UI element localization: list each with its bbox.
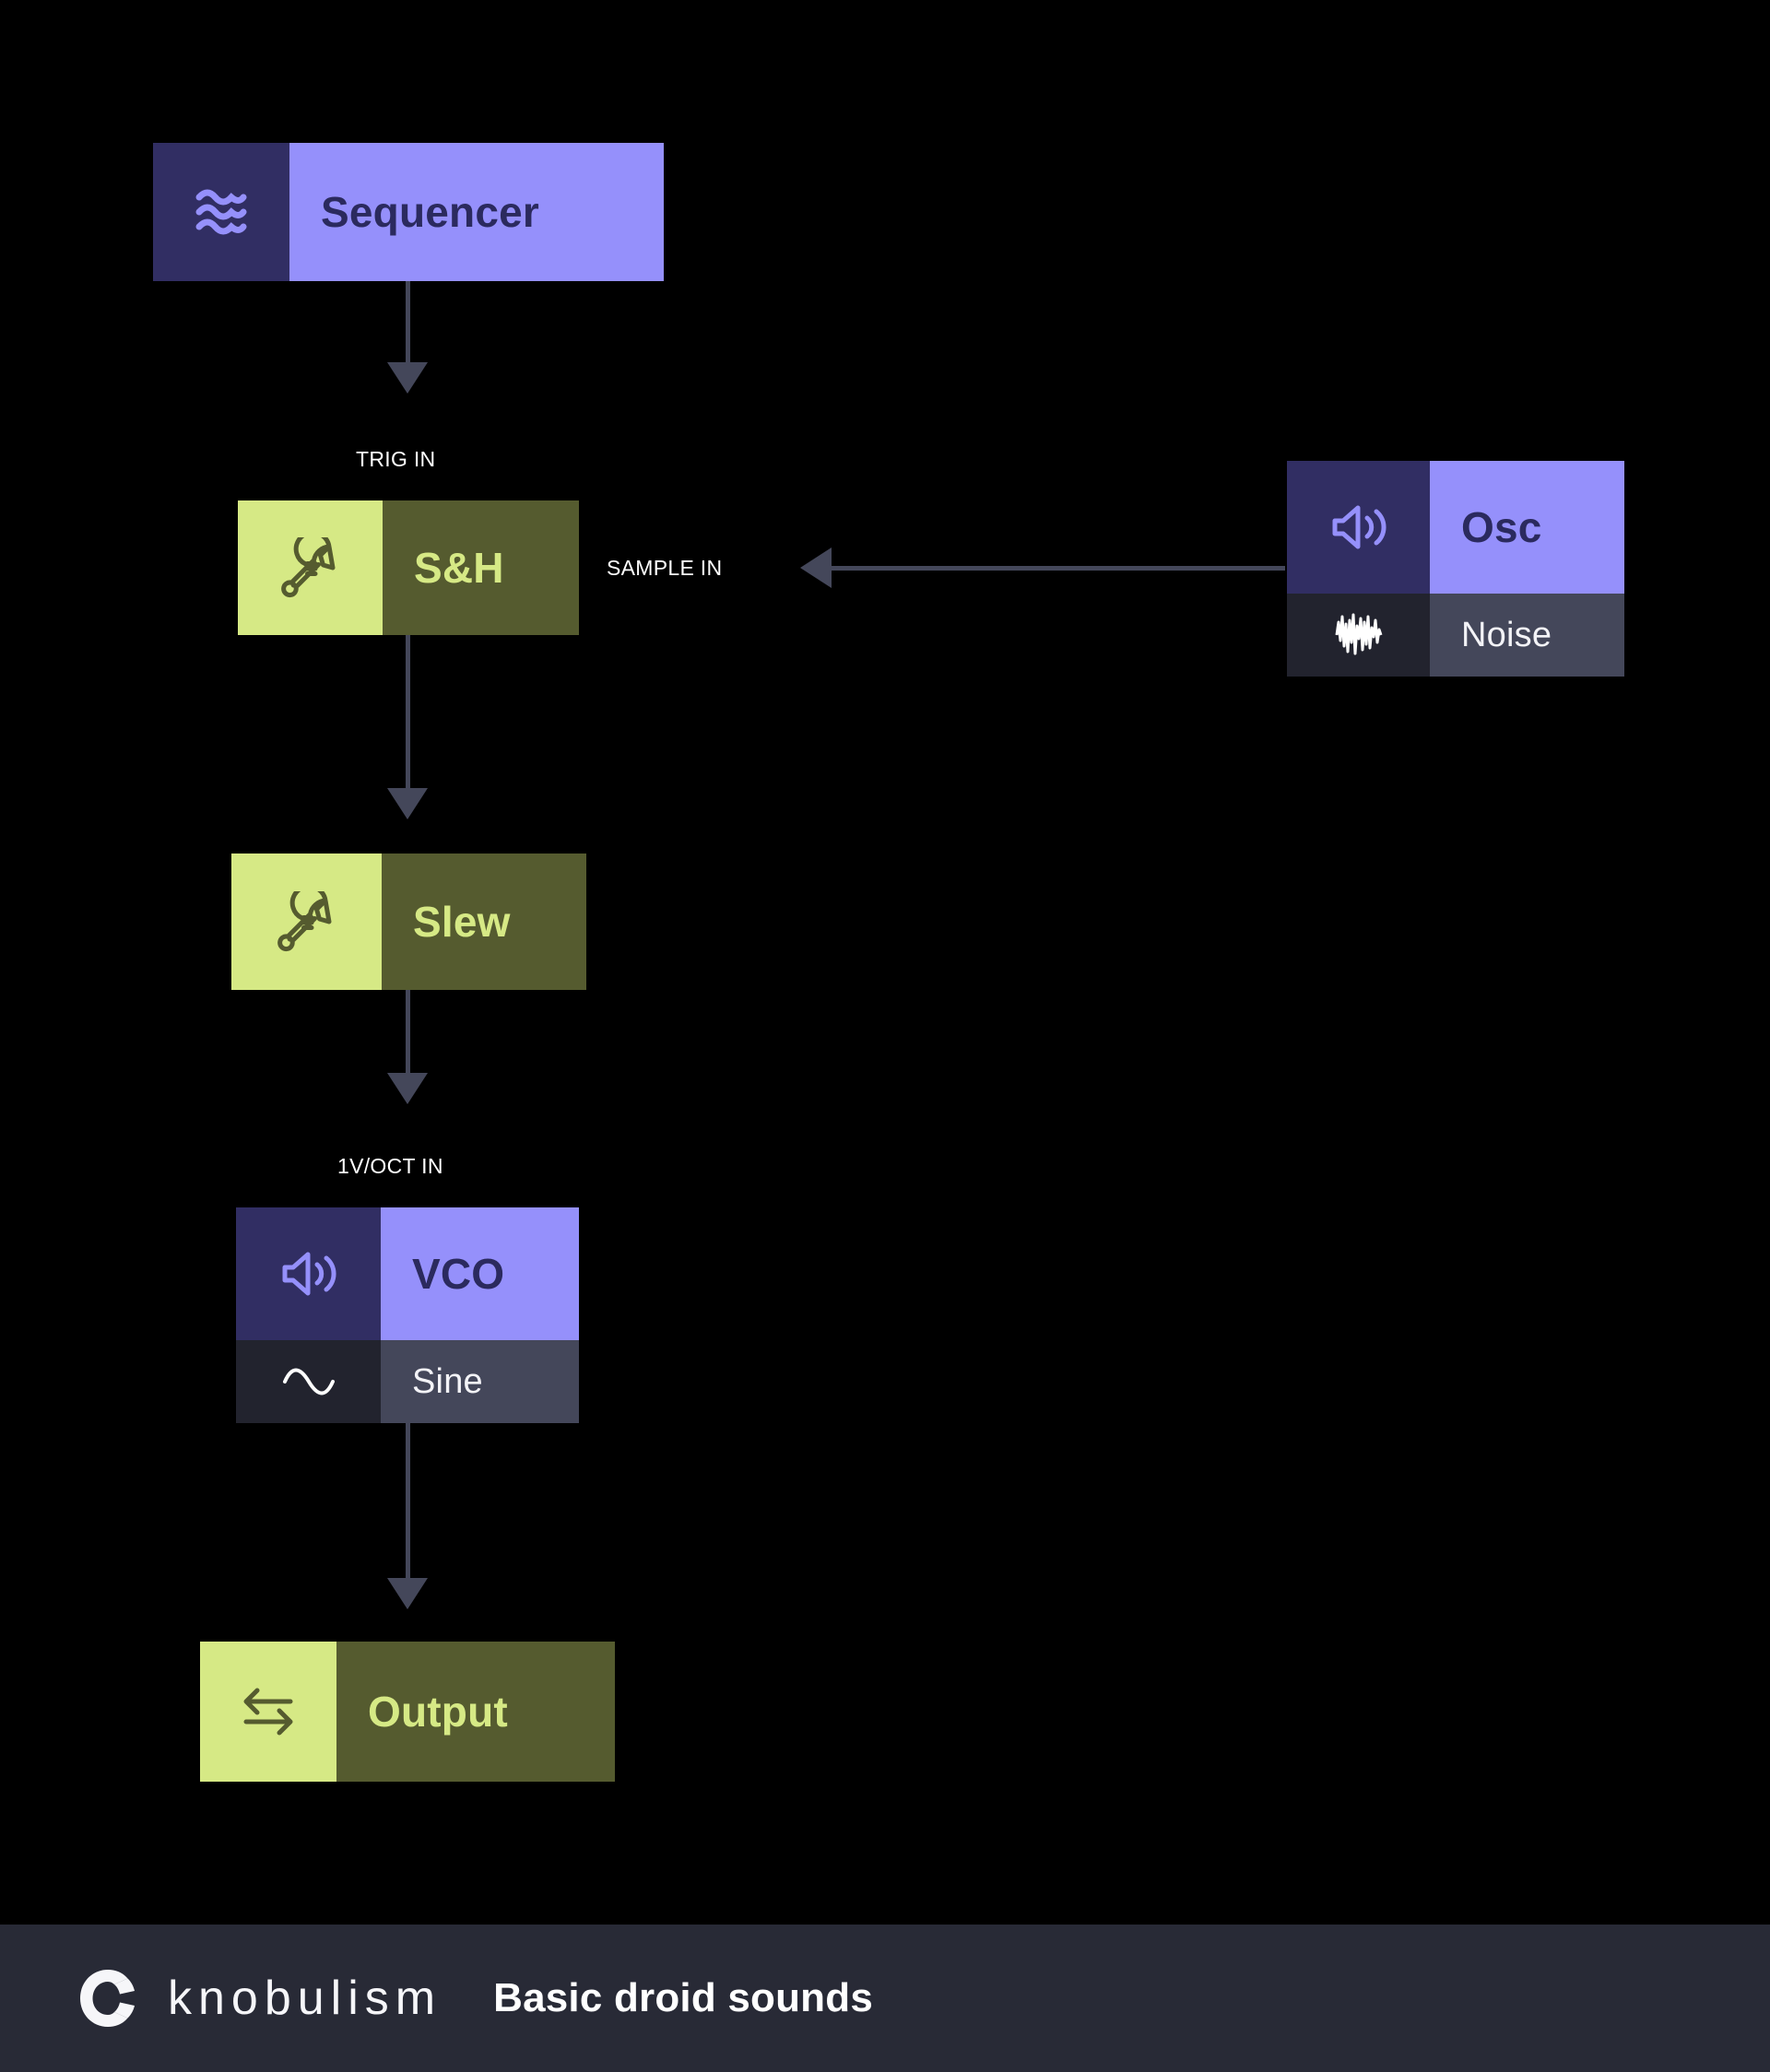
module-osc-primary-row[interactable]: Osc	[1287, 461, 1624, 594]
knobulism-logo-icon	[72, 1962, 144, 2034]
module-sequencer-label: Sequencer	[289, 143, 664, 281]
footer-bar: knobulism Basic droid sounds	[0, 1925, 1770, 2072]
sine-wave-icon	[236, 1340, 381, 1423]
module-slew[interactable]: Slew	[231, 854, 586, 990]
patch-diagram-canvas: Sequencer TRIG IN S&H SAMPLE IN Osc Nois…	[0, 0, 1770, 1925]
connector-vco-to-output	[0, 0, 428, 1609]
module-osc-sub-label: Noise	[1430, 594, 1624, 677]
module-output-label: Output	[336, 1642, 615, 1782]
module-sequencer[interactable]: Sequencer	[153, 143, 664, 281]
module-vco[interactable]: VCO Sine	[236, 1207, 579, 1423]
module-osc[interactable]: Osc Noise	[1287, 461, 1624, 677]
module-vco-sub-row[interactable]: Sine	[236, 1340, 579, 1423]
brand-wordmark: knobulism	[168, 1972, 442, 2025]
port-label-trig-in: TRIG IN	[356, 447, 436, 471]
module-vco-label: VCO	[381, 1207, 579, 1340]
patch-title: Basic droid sounds	[493, 1975, 873, 2020]
wrench-icon	[231, 854, 382, 990]
speaker-icon	[236, 1207, 381, 1340]
module-output[interactable]: Output	[200, 1642, 615, 1782]
noise-wave-icon	[1287, 594, 1430, 677]
module-osc-label: Osc	[1430, 461, 1624, 594]
port-label-sample-in: SAMPLE IN	[607, 556, 723, 580]
wrench-icon	[238, 500, 383, 635]
port-label-1v-oct-in: 1V/OCT IN	[337, 1154, 443, 1178]
speaker-icon	[1287, 461, 1430, 594]
waves-icon	[153, 143, 289, 281]
module-osc-sub-row[interactable]: Noise	[1287, 594, 1624, 677]
exchange-arrows-icon	[200, 1642, 336, 1782]
module-sample-and-hold-label: S&H	[383, 500, 579, 635]
module-slew-label: Slew	[382, 854, 586, 990]
module-vco-primary-row[interactable]: VCO	[236, 1207, 579, 1340]
module-sample-and-hold[interactable]: S&H	[238, 500, 579, 635]
module-vco-sub-label: Sine	[381, 1340, 579, 1423]
